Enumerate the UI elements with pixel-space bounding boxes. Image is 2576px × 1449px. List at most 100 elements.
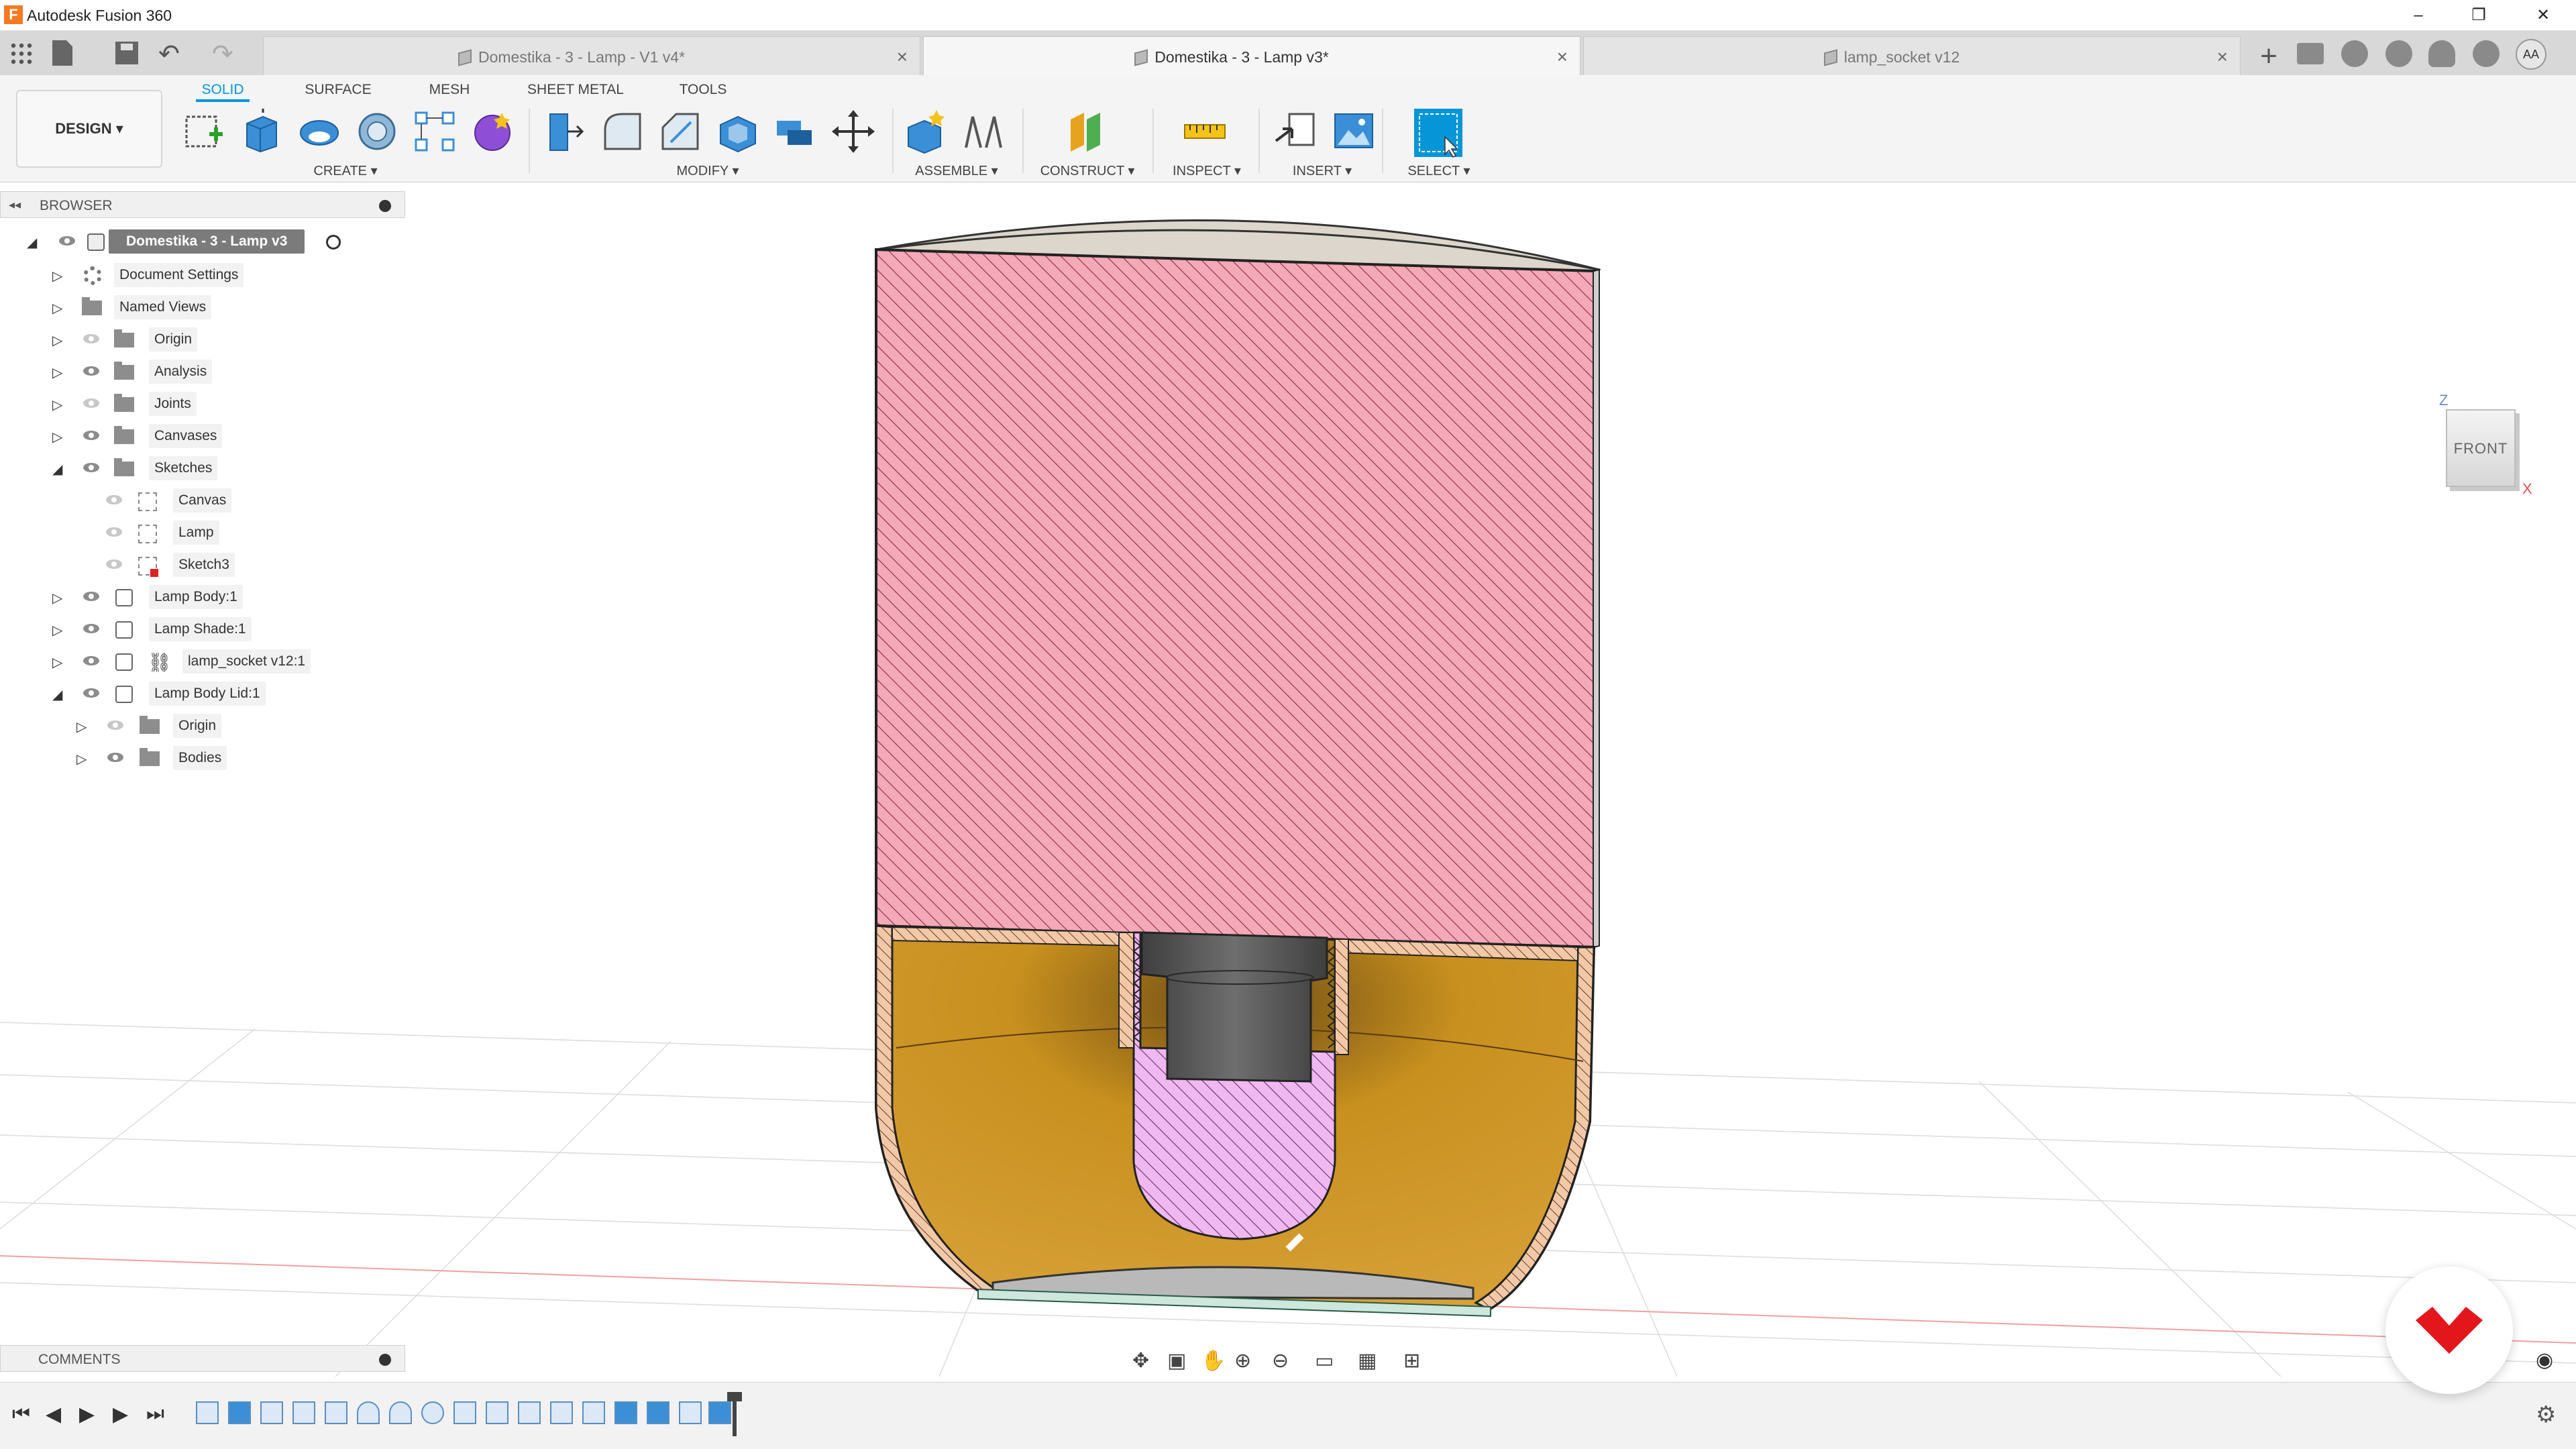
expand-triangle-icon[interactable]: ▷ [52, 332, 66, 349]
redo-icon[interactable]: ↷ [212, 39, 233, 69]
inspect-menu[interactable]: INSPECT ▾ [1163, 162, 1250, 179]
tab-lamp-socket[interactable]: lamp_socket v12 × [1583, 36, 2241, 75]
construct-menu[interactable]: CONSTRUCT ▾ [1030, 162, 1144, 179]
tree-item-lamp-body-lid[interactable]: ◢ Lamp Body Lid:1 [0, 680, 405, 707]
step-back-icon[interactable]: ◀ [46, 1403, 61, 1426]
tab-sheet-metal[interactable]: SHEET METAL [522, 78, 629, 102]
chamfer-icon[interactable] [656, 107, 704, 156]
visibility-eye-icon[interactable] [83, 396, 101, 411]
tree-item-lamp-socket[interactable]: ▷ ⛓ lamp_socket v12:1 [0, 648, 405, 675]
sweep-icon[interactable] [353, 107, 401, 156]
timeline-feature-sketch[interactable] [679, 1401, 702, 1424]
select-menu[interactable]: SELECT ▾ [1395, 162, 1483, 179]
collapse-triangle-icon[interactable]: ◢ [52, 461, 66, 478]
rectangular-pattern-icon[interactable] [411, 107, 459, 156]
assemble-menu[interactable]: ASSEMBLE ▾ [903, 162, 1010, 179]
joint-icon[interactable] [959, 107, 1008, 156]
tree-item-sketch3[interactable]: Sketch3 [0, 551, 405, 578]
tab-surface[interactable]: SURFACE [299, 78, 377, 102]
activate-radio-icon[interactable] [326, 235, 341, 250]
shell-icon[interactable] [714, 107, 762, 156]
tree-item-sketch-lamp[interactable]: Lamp [0, 519, 405, 546]
visibility-eye-icon[interactable] [106, 557, 123, 572]
collapse-panel-icon[interactable]: ◂◂ [9, 198, 21, 212]
play-icon[interactable]: ▶ [79, 1403, 95, 1426]
timeline-feature-sketch[interactable] [582, 1401, 605, 1424]
tree-item-lamp-body[interactable]: ▷ Lamp Body:1 [0, 584, 405, 610]
viewports-icon[interactable]: ⊞ [1403, 1349, 1420, 1373]
go-to-end-icon[interactable]: ⏭ [146, 1403, 164, 1426]
tree-item-lamp-shade[interactable]: ▷ Lamp Shade:1 [0, 616, 405, 643]
visibility-eye-icon[interactable] [106, 493, 123, 508]
expand-triangle-icon[interactable]: ▷ [52, 429, 66, 445]
restore-button[interactable]: ❐ [2449, 0, 2509, 31]
visibility-eye-icon[interactable] [83, 686, 101, 701]
timeline-feature-pattern[interactable] [486, 1401, 508, 1424]
insert-canvas-icon[interactable] [1330, 107, 1378, 156]
add-comment-icon[interactable] [379, 1354, 391, 1366]
timeline-marker-handle[interactable] [727, 1392, 742, 1436]
insert-derive-icon[interactable] [1272, 107, 1320, 156]
offset-plane-icon[interactable] [1061, 107, 1110, 156]
notifications-bell-icon[interactable] [2428, 40, 2455, 67]
timeline-feature-extrude[interactable] [647, 1401, 669, 1424]
expand-triangle-icon[interactable]: ▷ [52, 268, 66, 284]
grid-settings-icon[interactable]: ▦ [1358, 1349, 1377, 1373]
tab-close-button[interactable]: × [2217, 46, 2228, 68]
visibility-eye-icon[interactable] [83, 461, 101, 476]
tree-item-analysis[interactable]: ▷ Analysis [0, 358, 405, 385]
tab-close-button[interactable]: × [1557, 46, 1568, 68]
timeline-feature-sketch[interactable] [260, 1401, 283, 1424]
expand-triangle-icon[interactable]: ▷ [52, 654, 66, 671]
timeline-settings-gear-icon[interactable]: ⚙ [2536, 1401, 2556, 1428]
expand-triangle-icon[interactable]: ▷ [52, 622, 66, 639]
pin-icon[interactable] [379, 200, 391, 212]
revolve-icon[interactable] [295, 107, 343, 156]
tab-tools[interactable]: TOOLS [671, 78, 735, 102]
expand-triangle-icon[interactable]: ▷ [76, 718, 90, 735]
chat-icon[interactable] [2297, 43, 2324, 64]
combine-icon[interactable] [771, 107, 820, 156]
help-icon[interactable] [2473, 40, 2500, 67]
tab-solid[interactable]: SOLID [196, 78, 250, 102]
orbit-icon[interactable]: ✥ [1132, 1349, 1149, 1373]
tree-item-joints[interactable]: ▷ Joints [0, 390, 405, 417]
timeline-feature-extrude[interactable] [614, 1401, 637, 1424]
text-commands-icon[interactable]: ◉ [2536, 1348, 2553, 1372]
tree-item-named-views[interactable]: ▷ Named Views [0, 294, 405, 321]
timeline-feature-sweep[interactable] [421, 1401, 444, 1424]
tab-close-button[interactable]: × [897, 46, 908, 68]
visibility-eye-icon[interactable] [59, 234, 76, 249]
minimize-button[interactable]: – [2388, 0, 2449, 31]
job-status-icon[interactable] [2385, 40, 2412, 67]
undo-icon[interactable]: ↶ [158, 39, 180, 69]
timeline-feature-shell[interactable] [325, 1401, 347, 1424]
visibility-eye-icon[interactable] [107, 718, 125, 733]
tree-item-root[interactable]: ◢ Domestika - 3 - Lamp v3 [0, 228, 405, 255]
go-to-start-icon[interactable]: ⏮ [12, 1403, 30, 1426]
tree-item-lid-origin[interactable]: ▷ Origin [0, 712, 405, 739]
visibility-eye-icon[interactable] [83, 590, 101, 604]
tree-item-sketches[interactable]: ◢ Sketches [0, 455, 405, 482]
close-button[interactable]: ✕ [2513, 0, 2573, 31]
tree-item-sketch-canvas[interactable]: Canvas [0, 487, 405, 514]
visibility-eye-icon[interactable] [107, 751, 125, 765]
look-at-icon[interactable]: ▣ [1167, 1349, 1186, 1373]
create-sketch-icon[interactable] [180, 107, 228, 156]
expand-triangle-icon[interactable]: ▷ [52, 396, 66, 413]
visibility-eye-icon[interactable] [83, 364, 101, 379]
visibility-eye-icon[interactable] [83, 429, 101, 443]
step-forward-icon[interactable]: ▶ [113, 1403, 128, 1426]
expand-triangle-icon[interactable]: ▷ [76, 751, 90, 767]
move-copy-icon[interactable] [829, 107, 877, 156]
avatar[interactable]: AA [2516, 39, 2546, 70]
viewcube[interactable]: Z FRONT X [2435, 392, 2536, 506]
select-icon[interactable] [1413, 107, 1464, 158]
expand-triangle-icon[interactable]: ▷ [52, 364, 66, 381]
insert-menu[interactable]: INSERT ▾ [1279, 162, 1366, 179]
timeline-feature-sketch[interactable] [196, 1401, 219, 1424]
visibility-eye-icon[interactable] [106, 525, 123, 540]
timeline-feature-pattern[interactable] [453, 1401, 476, 1424]
timeline-feature-joint[interactable] [518, 1401, 541, 1424]
timeline-feature-fillet[interactable] [550, 1401, 573, 1424]
